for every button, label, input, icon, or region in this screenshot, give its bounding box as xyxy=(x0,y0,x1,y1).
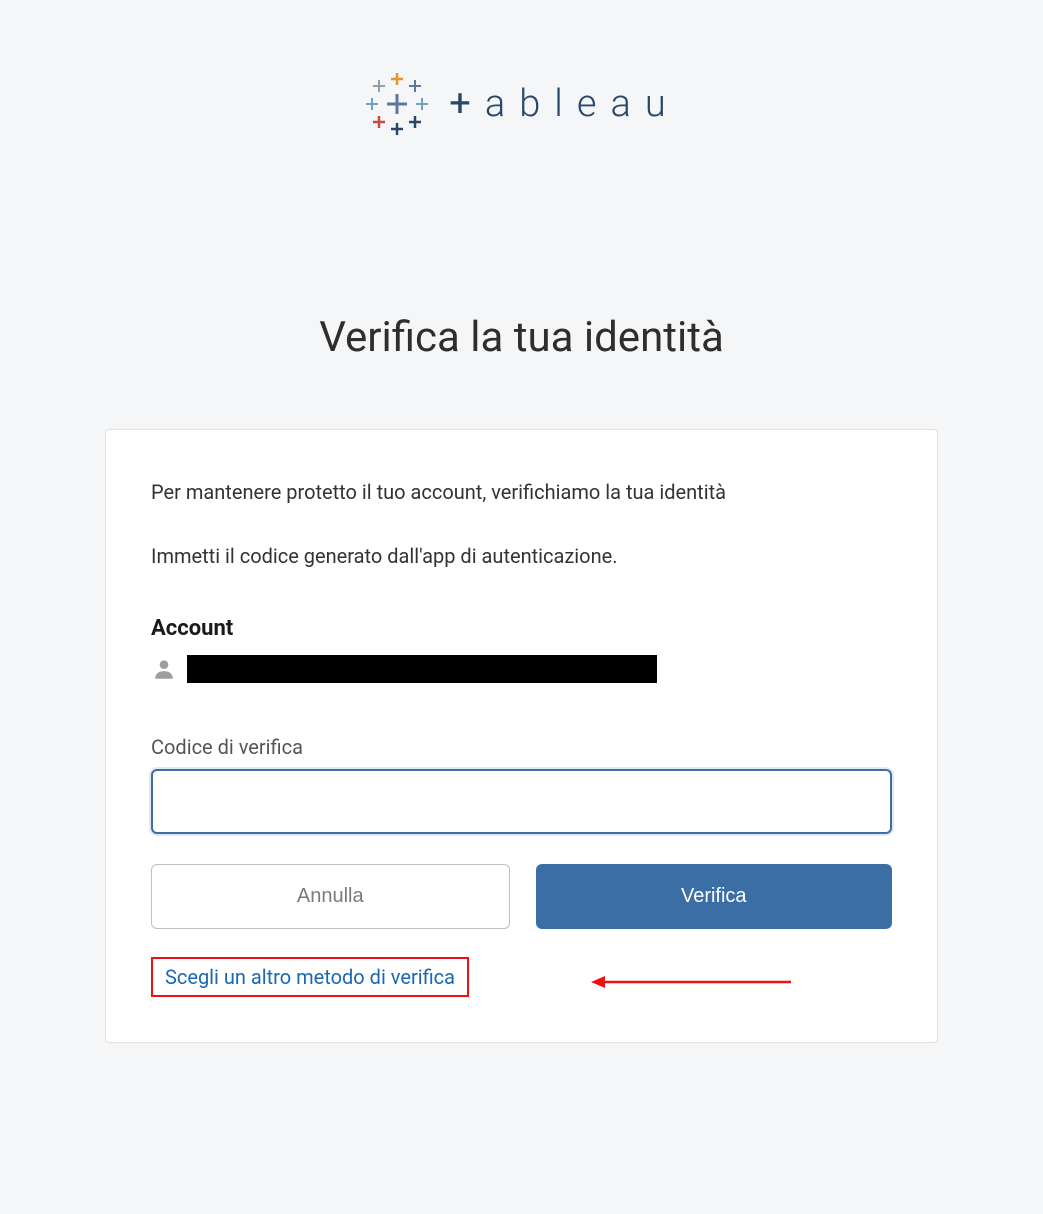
description-text-1: Per mantenere protetto il tuo account, v… xyxy=(151,480,892,504)
person-icon xyxy=(151,656,177,682)
choose-other-method-link[interactable]: Scegli un altro metodo di verifica xyxy=(165,965,455,989)
description-text-2: Immetti il codice generato dall'app di a… xyxy=(151,544,892,568)
tableau-logo-mark xyxy=(363,70,431,138)
page-title: Verifica la tua identità xyxy=(319,313,724,362)
account-label: Account xyxy=(151,616,892,641)
verification-card: Per mantenere protetto il tuo account, v… xyxy=(105,429,938,1043)
annotation-arrow-icon xyxy=(591,972,791,992)
cancel-button[interactable]: Annulla xyxy=(151,864,510,929)
verification-code-input[interactable] xyxy=(151,769,892,834)
code-input-label: Codice di verifica xyxy=(151,735,892,759)
tableau-logo: +ableau xyxy=(363,70,679,138)
alt-method-highlight: Scegli un altro metodo di verifica xyxy=(151,957,469,997)
account-value xyxy=(187,655,657,683)
account-row xyxy=(151,655,892,683)
tableau-wordmark: +ableau xyxy=(449,82,679,126)
verify-button[interactable]: Verifica xyxy=(536,864,893,929)
